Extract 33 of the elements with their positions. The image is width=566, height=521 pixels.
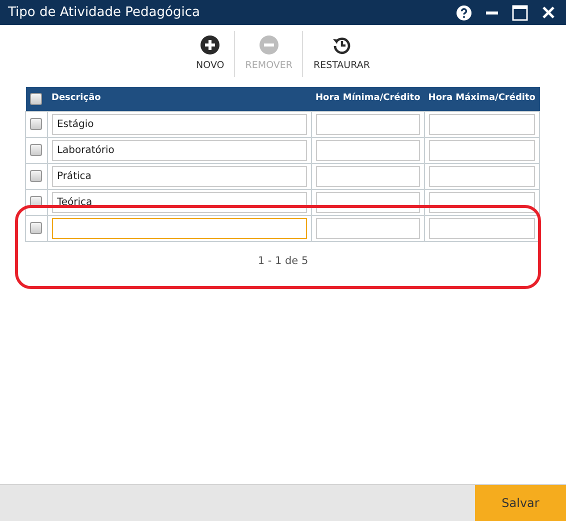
maximize-icon — [512, 4, 528, 20]
plus-icon — [200, 34, 220, 55]
help-button[interactable] — [454, 2, 474, 22]
description-field[interactable]: Laboratório — [52, 140, 307, 160]
minus-icon — [258, 34, 279, 55]
help-icon — [456, 4, 472, 20]
row-checkbox[interactable] — [30, 144, 42, 156]
row-checkbox[interactable] — [30, 170, 42, 182]
new-button[interactable]: NOVO — [190, 30, 230, 78]
column-header: Descrição — [47, 87, 312, 111]
select-all-checkbox[interactable] — [30, 92, 42, 105]
column-header: Hora Máxima/Crédito — [424, 87, 540, 111]
history-icon — [332, 34, 352, 55]
description-field[interactable]: Prática — [52, 166, 307, 186]
close-icon — [542, 6, 554, 19]
max-hours-field[interactable] — [428, 166, 535, 186]
min-hours-field[interactable] — [316, 166, 420, 186]
window-title: Tipo de Atividade Pedagógica — [8, 4, 201, 22]
row-checkbox[interactable] — [30, 118, 42, 130]
max-hours-field[interactable] — [428, 140, 535, 160]
save-button[interactable]: Salvar — [475, 485, 566, 521]
max-hours-field[interactable] — [428, 114, 535, 134]
restore-button[interactable]: RESTAURAR — [307, 30, 376, 78]
pagination-text: 1 - 1 de 5 — [256, 254, 310, 268]
min-hours-field[interactable] — [316, 218, 420, 238]
maximize-button[interactable] — [510, 2, 530, 22]
column-header: Hora Mínima/Crédito — [312, 87, 424, 111]
description-field[interactable] — [52, 218, 307, 238]
max-hours-field[interactable] — [428, 218, 535, 238]
description-field[interactable]: Estágio — [52, 114, 307, 134]
min-hours-field[interactable] — [316, 140, 420, 160]
row-checkbox[interactable] — [30, 222, 42, 234]
min-hours-field[interactable] — [316, 114, 420, 134]
